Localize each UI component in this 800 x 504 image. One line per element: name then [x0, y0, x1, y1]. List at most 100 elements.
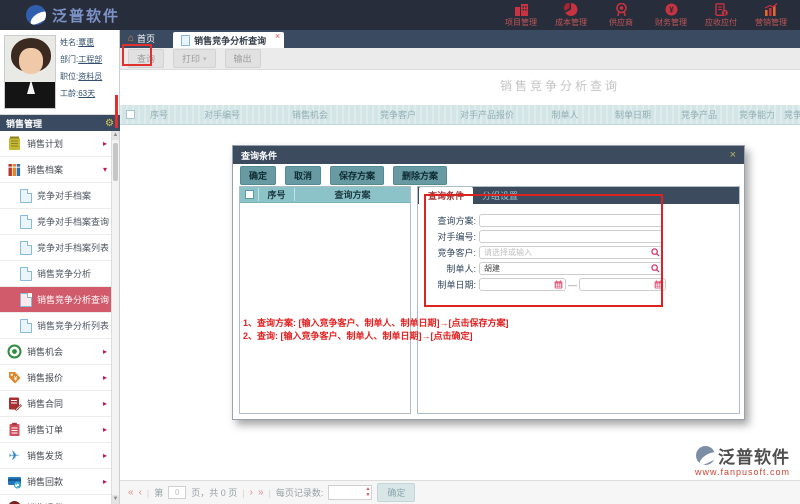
export-button[interactable]: 输出: [224, 49, 261, 68]
dialog-header[interactable]: 查询条件 ×: [233, 146, 744, 164]
ok-button[interactable]: 确定: [240, 165, 277, 185]
competitor-customer-label: 竞争客户:: [437, 248, 476, 258]
top-menu-marketing[interactable]: 营销管理: [748, 2, 794, 28]
top-menu-supplier[interactable]: 供应商: [598, 2, 644, 28]
page-number-input[interactable]: [168, 486, 187, 499]
sidebar-item-competitor-archive-query[interactable]: 竞争对手档案查询: [0, 209, 119, 235]
scroll-up-icon[interactable]: ▲: [112, 131, 119, 140]
column-header: 竞争产品: [680, 110, 717, 120]
select-all-checkbox[interactable]: [125, 110, 135, 119]
query-plan-list-panel: 序号 查询方案: [239, 186, 411, 414]
notebook-icon: [6, 136, 22, 152]
sidebar-item-sales-competition-analysis[interactable]: 销售竞争分析: [0, 261, 119, 287]
logo-text: 泛普软件: [52, 7, 121, 25]
sidebar-item-sales-order[interactable]: 销售订单 ▸: [0, 417, 119, 443]
column-header: 竞争能力: [738, 110, 775, 120]
sidebar-item-sales-payment-return[interactable]: 销售回款 ▸: [0, 469, 119, 495]
red-annotation-fragment: [115, 95, 118, 128]
sidebar-item-sales-shipping[interactable]: ✈ 销售发货 ▸: [0, 443, 119, 469]
arrow-right-icon: ▸: [102, 139, 107, 148]
date-from-input[interactable]: [479, 278, 566, 291]
user-avatar: [4, 35, 56, 109]
books-icon: [6, 162, 22, 178]
sidebar-item-sales-competition-analysis-list[interactable]: 销售竞争分析列表: [0, 313, 119, 339]
plan-list-header: 序号 查询方案: [240, 187, 410, 203]
close-icon[interactable]: ×: [730, 149, 736, 161]
arrow-right-icon: ▸: [102, 425, 107, 434]
print-button[interactable]: 打印 ▾: [173, 49, 216, 68]
top-menu: 项目管理 成本管理 供应商 ¥ 财务管理 ¥ 应收应付 营销管理: [498, 2, 794, 28]
pagination-confirm-button[interactable]: 确定: [377, 483, 416, 502]
user-card: 姓名:覃惠 部门:工程部 职位:资料员 工龄:63天: [0, 30, 120, 115]
search-icon[interactable]: [651, 248, 660, 257]
arrow-right-icon: ▸: [102, 451, 107, 460]
column-header: 制单人: [551, 110, 579, 120]
gear-icon[interactable]: ⚙: [105, 118, 114, 129]
toolbar: 查询 打印 ▾ 输出: [120, 44, 800, 70]
footer-logo: 泛普软件 www.fanpusoft.com: [694, 446, 790, 477]
search-icon[interactable]: [651, 264, 660, 273]
delete-plan-button[interactable]: 删除方案: [393, 165, 448, 185]
document-icon: [20, 292, 32, 307]
svg-text:¥: ¥: [669, 5, 674, 14]
sidebar-item-competitor-archive[interactable]: 竞争对手档案: [0, 183, 119, 209]
first-page-icon[interactable]: «: [128, 487, 134, 498]
arrow-down-icon: ▾: [102, 165, 107, 174]
sidebar-item-sales-contract[interactable]: 销售合同 ▸: [0, 391, 119, 417]
sidebar-item-sales-archive[interactable]: 销售档案 ▾: [0, 157, 119, 183]
condition-tabs: 查询条件 分组设置: [418, 187, 739, 204]
page-label: 第: [154, 488, 164, 498]
clipboard-icon: [6, 422, 22, 438]
date-to-input[interactable]: [579, 278, 666, 291]
creator-label: 制单人:: [446, 264, 476, 274]
scrollbar-thumb[interactable]: [113, 143, 118, 181]
plan-select-all-checkbox[interactable]: [244, 190, 254, 199]
calendar-icon[interactable]: [554, 280, 563, 289]
query-plan-input[interactable]: [479, 214, 663, 227]
supplier-badge-icon: [615, 2, 628, 16]
tab-query-condition[interactable]: 查询条件: [419, 187, 474, 204]
column-header: 竞争优势: [784, 110, 800, 120]
column-header: 序号: [258, 188, 294, 201]
sidebar-item-sales-competition-analysis-query[interactable]: 销售竞争分析查询: [0, 287, 119, 313]
sidebar-scrollbar[interactable]: ▲ ▼: [111, 131, 119, 504]
document-icon: [20, 318, 32, 333]
top-menu-project[interactable]: 项目管理: [498, 3, 544, 28]
query-button[interactable]: 查询: [128, 49, 165, 68]
pagination-bar: « ‹ | 第 页，共 0 页 | › » | 每页记录数: ▲▼ 确定: [120, 480, 800, 504]
top-menu-payable[interactable]: ¥ 应收应付: [698, 2, 744, 28]
annotation-notes: 1、查询方案: [输入竞争客户、制单人、制单日期]→[点击保存方案] 2、查询:…: [243, 317, 509, 343]
next-page-icon[interactable]: ›: [250, 487, 253, 498]
top-menu-cost[interactable]: 成本管理: [548, 2, 594, 28]
sidebar-item-competitor-archive-list[interactable]: 竞争对手档案列表: [0, 235, 119, 261]
document-icon: [181, 34, 191, 46]
prev-page-icon[interactable]: ‹: [139, 487, 142, 498]
sidebar-item-sales-plan[interactable]: 销售计划 ▸: [0, 131, 119, 157]
logo-swirl-icon: [26, 5, 46, 25]
sidebar-item-sales-quote[interactable]: ¥ 销售报价 ▸: [0, 365, 119, 391]
scroll-down-icon[interactable]: ▼: [112, 495, 119, 504]
arrow-right-icon: ▸: [102, 399, 107, 408]
document-icon: [20, 266, 32, 281]
cancel-button[interactable]: 取消: [285, 165, 322, 185]
bank-card-icon: [6, 474, 22, 490]
condition-form: 查询方案: 对手编号: 竞争客户: 制单人:: [418, 204, 739, 292]
close-icon[interactable]: ×: [275, 32, 280, 41]
spinner-icons[interactable]: ▲ ▼: [365, 486, 370, 498]
save-plan-button[interactable]: 保存方案: [330, 165, 385, 185]
last-page-icon[interactable]: »: [258, 487, 264, 498]
tab-sales-competition-analysis-query[interactable]: 销售竞争分析查询 ×: [173, 32, 285, 48]
tab-group-setting[interactable]: 分组设置: [473, 187, 527, 204]
sidebar-item-sales-return[interactable]: 销售退货 ▸: [0, 495, 119, 504]
tab-home[interactable]: ⌂ 首页: [120, 32, 163, 48]
creator-input[interactable]: [479, 262, 663, 275]
column-header: 销售机会: [291, 110, 328, 120]
sidebar-item-sales-opportunity[interactable]: 销售机会 ▸: [0, 339, 119, 365]
footer-swirl-icon: [696, 446, 715, 465]
calendar-icon[interactable]: [654, 280, 663, 289]
competitor-number-input[interactable]: [479, 230, 663, 243]
competitor-number-label: 对手编号:: [437, 232, 476, 242]
competitor-customer-input[interactable]: [479, 246, 663, 259]
user-tenure: 工龄:63天: [60, 89, 96, 98]
top-menu-finance[interactable]: ¥ 财务管理: [648, 3, 694, 28]
